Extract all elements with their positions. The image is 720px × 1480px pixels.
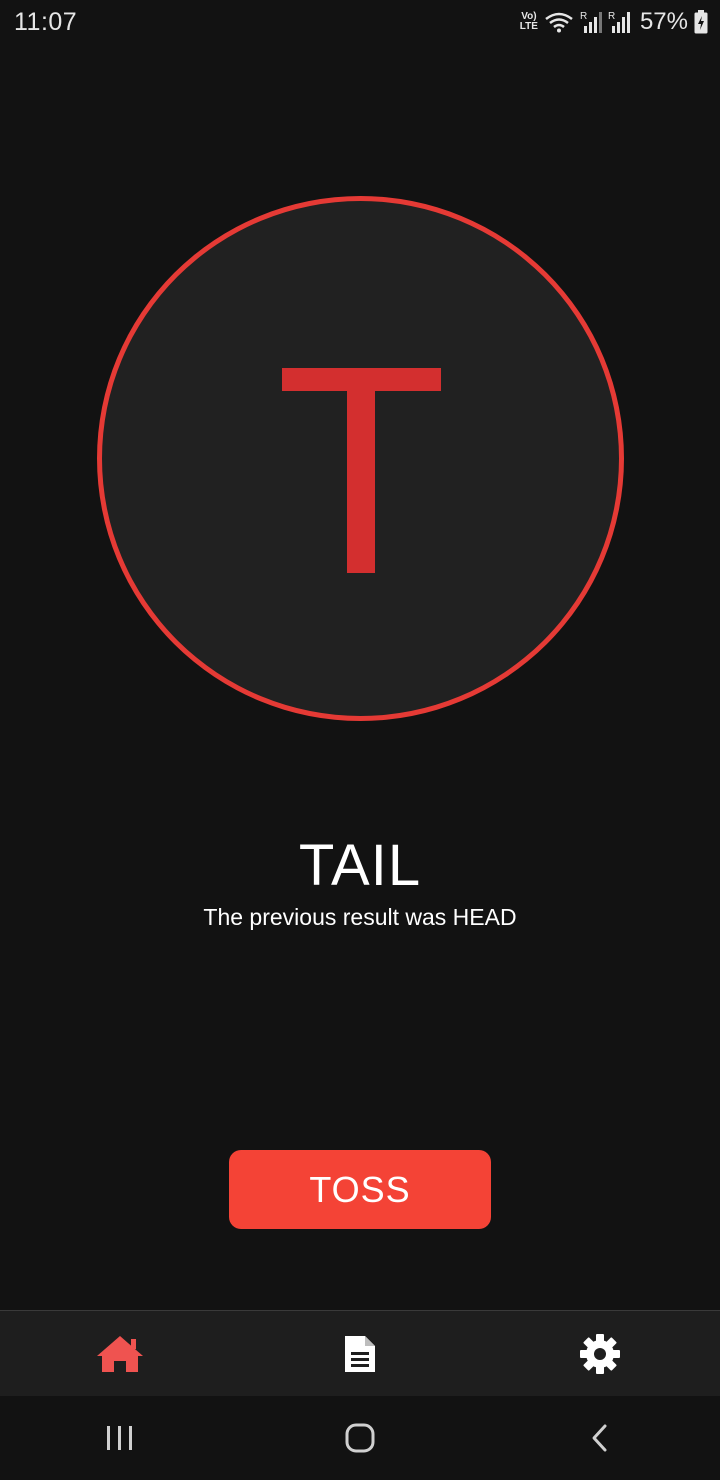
result-title: TAIL	[298, 833, 422, 898]
recent-apps-icon	[107, 1426, 132, 1450]
svg-text:R: R	[580, 11, 587, 22]
document-icon	[345, 1335, 375, 1372]
wifi-icon	[545, 12, 573, 33]
nav-home[interactable]	[0, 1311, 240, 1396]
battery-percent: 57%	[639, 8, 688, 35]
app-screen: 11:07 Vo) LTE R R 57% TAIL The previous …	[0, 0, 720, 1480]
nav-settings[interactable]	[480, 1311, 720, 1396]
bottom-navigation	[0, 1310, 720, 1396]
status-bar: 11:07 Vo) LTE R R 57%	[0, 0, 720, 44]
signal-icon: R	[608, 11, 630, 33]
signal-icon: R	[580, 11, 602, 33]
recent-apps-button[interactable]	[0, 1396, 240, 1480]
coin[interactable]	[97, 196, 624, 721]
coin-letter	[282, 368, 441, 573]
back-button[interactable]	[480, 1396, 720, 1480]
system-navigation	[0, 1396, 720, 1480]
status-time: 11:07	[14, 7, 78, 36]
back-icon	[592, 1424, 607, 1452]
home-icon	[97, 1335, 143, 1372]
battery-charging-icon	[694, 10, 708, 34]
home-button-icon	[345, 1423, 375, 1453]
svg-text:R: R	[608, 11, 615, 22]
home-button[interactable]	[240, 1396, 480, 1480]
volte-icon: Vo) LTE	[520, 12, 538, 32]
previous-result-text: The previous result was HEAD	[203, 904, 517, 930]
toss-button[interactable]: TOSS	[229, 1150, 491, 1229]
status-icons: Vo) LTE R R 57%	[520, 8, 708, 36]
nav-history[interactable]	[240, 1311, 480, 1396]
volte-bottom-label: LTE	[519, 21, 538, 32]
gear-icon	[580, 1333, 620, 1374]
